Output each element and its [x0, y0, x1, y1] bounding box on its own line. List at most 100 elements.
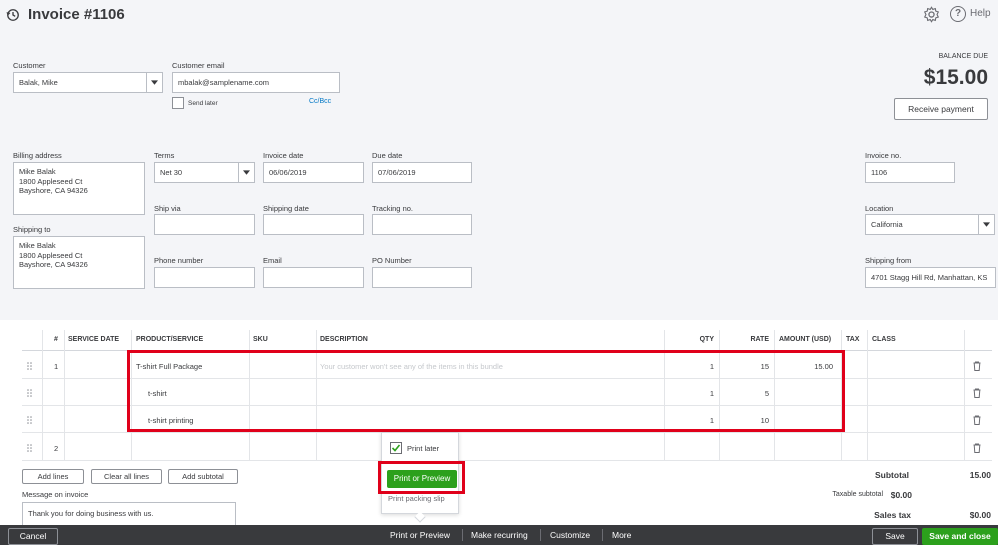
ship-via-label: Ship via [154, 204, 181, 213]
shipping-from-value: 4701 Stagg Hill Rd, Manhattan, KS [871, 273, 988, 282]
location-label: Location [865, 204, 894, 213]
invoice-no-input[interactable]: 1106 [865, 162, 955, 183]
chevron-down-icon[interactable] [238, 163, 254, 182]
location-select[interactable]: California [865, 214, 995, 235]
shipping-from-label: Shipping from [865, 256, 912, 265]
print-preview-highlight-box [378, 461, 465, 494]
send-later-checkbox[interactable] [172, 97, 184, 109]
shipping-to-label: Shipping to [13, 225, 51, 234]
help-icon[interactable]: ? [950, 6, 966, 22]
message-input[interactable]: Thank you for doing business with us. [22, 502, 236, 526]
invoice-date-input[interactable]: 06/06/2019 [263, 162, 364, 183]
billing-line: Mike Balak [19, 167, 56, 176]
make-recurring-button[interactable]: Make recurring [471, 530, 528, 540]
terms-select[interactable]: Net 30 [154, 162, 255, 183]
print-later-checkbox[interactable] [390, 442, 402, 454]
footer-divider [540, 529, 541, 541]
chevron-down-icon[interactable] [978, 215, 994, 234]
col-num: # [54, 336, 58, 343]
cc-bcc-link[interactable]: Cc/Bcc [309, 98, 331, 105]
due-date-input[interactable]: 07/06/2019 [372, 162, 472, 183]
customer-value: Balak, Mike [19, 78, 58, 87]
shipping-line: 1800 Appleseed Ct [19, 250, 83, 260]
customer-select[interactable]: Balak, Mike [13, 72, 163, 93]
add-subtotal-button[interactable]: Add subtotal [168, 469, 238, 484]
location-value: California [871, 220, 903, 229]
balance-due-amount: $15.00 [923, 66, 988, 89]
terms-value: Net 30 [160, 168, 183, 177]
bundle-highlight-box [127, 350, 845, 432]
customer-email-label: Customer email [172, 61, 225, 70]
chevron-down-icon[interactable] [146, 73, 162, 92]
table-header: # SERVICE DATE PRODUCT/SERVICE SKU DESCR… [22, 330, 992, 351]
sales-tax-value: $0.00 [969, 510, 991, 520]
shipping-date-label: Shipping date [263, 204, 309, 213]
customize-button[interactable]: Customize [550, 530, 590, 540]
invoice-no-label: Invoice no. [865, 151, 902, 160]
gear-icon[interactable] [923, 6, 940, 23]
po-number-input[interactable] [372, 267, 472, 288]
trash-icon[interactable] [973, 361, 981, 371]
save-button[interactable]: Save [872, 528, 918, 545]
col-description: DESCRIPTION [320, 336, 368, 343]
email-input[interactable] [263, 267, 364, 288]
customer-label: Customer [13, 61, 46, 70]
col-class: CLASS [872, 336, 896, 343]
footer-bar: Cancel Print or Preview Make recurring C… [0, 525, 998, 545]
trash-icon[interactable] [973, 388, 981, 398]
subtotal-label: Subtotal [875, 470, 909, 480]
cancel-button[interactable]: Cancel [8, 528, 58, 545]
ship-via-input[interactable] [154, 214, 255, 235]
terms-label: Terms [154, 151, 175, 160]
col-service-date: SERVICE DATE [68, 336, 120, 343]
footer-divider [602, 529, 603, 541]
send-later-label: Send later [188, 100, 218, 107]
trash-icon[interactable] [973, 443, 981, 453]
help-link[interactable]: Help [970, 8, 991, 19]
save-and-close-button[interactable]: Save and close [922, 528, 998, 545]
shipping-from-input[interactable]: 4701 Stagg Hill Rd, Manhattan, KS [865, 267, 996, 288]
tracking-no-input[interactable] [372, 214, 472, 235]
invoice-date-value: 06/06/2019 [269, 168, 307, 177]
taxable-subtotal-value: $0.00 [890, 490, 912, 500]
billing-address-label: Billing address [13, 151, 62, 160]
footer-print-or-preview[interactable]: Print or Preview [390, 530, 450, 540]
shipping-date-input[interactable] [263, 214, 364, 235]
drag-handle-icon[interactable] [26, 416, 34, 424]
table-row[interactable]: 2 [22, 434, 992, 461]
more-button[interactable]: More [612, 530, 631, 540]
drag-handle-icon[interactable] [26, 444, 34, 452]
print-packing-slip-link[interactable]: Print packing slip [388, 494, 445, 503]
receive-payment-button[interactable]: Receive payment [894, 98, 988, 120]
add-lines-button[interactable]: Add lines [22, 469, 84, 484]
customer-email-input[interactable]: mbalak@samplename.com [172, 72, 340, 93]
invoice-header-area [0, 0, 998, 320]
print-later-label: Print later [407, 444, 440, 453]
phone-number-label: Phone number [154, 256, 204, 265]
message-label: Message on invoice [22, 490, 89, 499]
col-sku: SKU [253, 336, 268, 343]
billing-address-input[interactable]: Mike Balak 1800 Appleseed Ct Bayshore, C… [13, 162, 145, 215]
customer-email-value: mbalak@samplename.com [178, 78, 269, 87]
page-title: Invoice #1106 [28, 6, 125, 23]
shipping-to-input[interactable]: Mike Balak 1800 Appleseed Ct Bayshore, C… [13, 236, 145, 289]
drag-handle-icon[interactable] [26, 389, 34, 397]
phone-number-input[interactable] [154, 267, 255, 288]
history-icon[interactable] [6, 8, 20, 22]
col-rate: RATE [750, 336, 769, 343]
invoice-no-value: 1106 [871, 168, 888, 177]
col-tax: TAX [846, 336, 860, 343]
checkmark-icon [391, 444, 401, 452]
shipping-line: Mike Balak [19, 241, 56, 250]
billing-line: 1800 Appleseed Ct [19, 176, 83, 186]
email-label: Email [263, 256, 282, 265]
trash-icon[interactable] [973, 415, 981, 425]
clear-all-lines-button[interactable]: Clear all lines [91, 469, 162, 484]
col-qty: QTY [699, 336, 714, 343]
row-num: 2 [54, 444, 59, 453]
drag-handle-icon[interactable] [26, 362, 34, 370]
balance-due-label: BALANCE DUE [938, 53, 988, 60]
billing-line: Bayshore, CA 94326 [19, 186, 88, 195]
footer-divider [462, 529, 463, 541]
row-num: 1 [54, 362, 59, 371]
